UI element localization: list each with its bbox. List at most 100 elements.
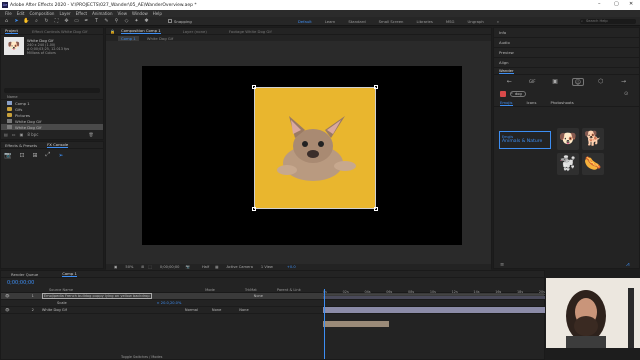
- lock-icon[interactable]: 🔒: [110, 29, 115, 34]
- bpc-label[interactable]: 8 bpc: [27, 132, 38, 137]
- layer-name[interactable]: White Dog Gif: [42, 308, 67, 312]
- workspace-ungraph[interactable]: Ungraph: [467, 19, 483, 24]
- rectangle-tool-icon[interactable]: ▭: [73, 18, 80, 24]
- layer-mode[interactable]: Normal: [185, 308, 198, 312]
- preview-panel-header[interactable]: Preview: [494, 48, 639, 58]
- workspace-small-screen[interactable]: Small Screen: [379, 19, 404, 24]
- transform-handle[interactable]: [252, 85, 256, 89]
- transform-handle[interactable]: [374, 85, 378, 89]
- poodle-emoji[interactable]: 🐩: [557, 153, 579, 175]
- frame-icon[interactable]: ⊡: [19, 152, 24, 159]
- layer-name[interactable]: Emojipedia French bulldog puppy lying on…: [41, 293, 152, 299]
- work-area-bar[interactable]: [323, 296, 545, 299]
- transform-handle[interactable]: [252, 207, 256, 211]
- column-mode[interactable]: Mode: [205, 288, 215, 292]
- tab-wander[interactable]: Wander: [499, 68, 514, 74]
- menu-layer[interactable]: Layer: [59, 11, 70, 16]
- menu-view[interactable]: View: [118, 11, 128, 16]
- forward-arrow-icon[interactable]: →: [618, 78, 630, 86]
- image-icon[interactable]: ▣: [549, 78, 561, 86]
- close-button[interactable]: ✕: [629, 1, 633, 7]
- zoom-tool-icon[interactable]: ⌕: [33, 18, 40, 24]
- project-item-footage[interactable]: White Dog Gif: [1, 124, 103, 130]
- wander-icon[interactable]: ➢: [58, 152, 63, 159]
- back-arrow-icon[interactable]: ←: [503, 78, 515, 86]
- zoom-dropdown[interactable]: 50%: [125, 265, 133, 269]
- transform-handle[interactable]: [374, 207, 378, 211]
- eraser-tool-icon[interactable]: ◇: [123, 18, 130, 24]
- maximize-button[interactable]: ▢: [614, 1, 619, 7]
- layer-trkmat[interactable]: None: [212, 308, 221, 312]
- column-parent[interactable]: Parent & Link: [277, 288, 301, 292]
- brush-tool-icon[interactable]: ✎: [103, 18, 110, 24]
- tab-effect-controls[interactable]: Effect Controls White Dog Gif: [32, 29, 88, 34]
- emoji-icon[interactable]: ☺: [571, 78, 584, 86]
- pen-tool-icon[interactable]: ✒: [83, 18, 90, 24]
- exposure-value[interactable]: +0.0: [287, 265, 296, 269]
- layer-parent[interactable]: None: [239, 308, 248, 312]
- tab-composition[interactable]: Composition Comp 1: [120, 28, 161, 34]
- menu-composition[interactable]: Composition: [29, 11, 54, 16]
- tab-render-queue[interactable]: Render Queue: [11, 272, 38, 277]
- breadcrumb-footage[interactable]: White Dog Gif: [147, 36, 173, 41]
- workspace-default[interactable]: Default: [298, 19, 312, 24]
- timeline-property-row[interactable]: Scale ∞ 20.0,20.0%: [1, 300, 544, 307]
- layer-duration-bar[interactable]: [323, 307, 545, 313]
- dog-emoji[interactable]: 🐕: [582, 128, 604, 150]
- toggle-switches-label[interactable]: Toggle Switches / Modes: [121, 355, 162, 359]
- gif-icon[interactable]: GIF: [526, 78, 538, 86]
- tab-photoshoots[interactable]: Photoshoots: [550, 100, 573, 105]
- resolution-dropdown[interactable]: Half: [202, 265, 209, 269]
- camera-dropdown[interactable]: Active Camera: [227, 265, 253, 269]
- tab-comp-timeline[interactable]: Comp 1: [62, 271, 77, 277]
- menu-effect[interactable]: Effect: [76, 11, 88, 16]
- visibility-eye-icon[interactable]: 👁: [5, 294, 10, 298]
- playhead[interactable]: [324, 289, 325, 359]
- workspace-libraries[interactable]: Libraries: [416, 19, 432, 24]
- menu-animation[interactable]: Animation: [92, 11, 112, 16]
- column-source-name[interactable]: Source Name: [49, 288, 73, 292]
- workspace-more-icon[interactable]: »: [497, 19, 499, 24]
- camera-tool-icon[interactable]: ⛶: [53, 18, 60, 24]
- tab-footage[interactable]: Footage White Dog Gif: [229, 29, 272, 34]
- tab-emojis[interactable]: Emojis: [500, 100, 513, 106]
- timeline-timecode[interactable]: 0;00;00;00: [7, 280, 34, 286]
- roto-tool-icon[interactable]: ✦: [133, 18, 140, 24]
- trash-icon[interactable]: 🗑: [88, 132, 93, 137]
- views-dropdown[interactable]: 1 View: [261, 265, 273, 269]
- tab-fx-console[interactable]: FX Console: [47, 142, 69, 148]
- grid-icon[interactable]: ⊞: [141, 265, 144, 269]
- snapshot-icon[interactable]: 📷: [185, 265, 189, 269]
- info-panel-header[interactable]: Info: [494, 28, 639, 38]
- puppet-tool-icon[interactable]: ✱: [143, 18, 150, 24]
- cube-icon[interactable]: ⬡: [595, 78, 607, 86]
- crop-icon[interactable]: ⊞: [33, 152, 38, 159]
- layer-parent[interactable]: None: [254, 294, 263, 298]
- new-comp-icon[interactable]: ▣: [20, 132, 24, 137]
- layer-duration-bar[interactable]: [323, 321, 389, 327]
- breadcrumb-comp[interactable]: Comp 1: [118, 35, 139, 41]
- workspace-learn[interactable]: Learn: [325, 19, 336, 24]
- timeline-scrollbar[interactable]: [628, 288, 634, 348]
- settings-icon[interactable]: ⊙: [624, 91, 628, 97]
- adjust-icon[interactable]: ≡: [500, 262, 504, 268]
- viewer-timecode[interactable]: 0;00;00;00: [160, 265, 180, 269]
- scale-value[interactable]: ∞ 20.0,20.0%: [157, 301, 182, 305]
- column-trkmat[interactable]: TrkMat: [245, 288, 257, 292]
- align-panel-header[interactable]: Align: [494, 58, 639, 68]
- tab-icons[interactable]: Icons: [527, 100, 537, 105]
- rotate-tool-icon[interactable]: ↻: [43, 18, 50, 24]
- type-tool-icon[interactable]: T: [93, 18, 100, 24]
- wander-brand-icon[interactable]: ⩘: [626, 261, 629, 269]
- workspace-standard[interactable]: Standard: [348, 19, 365, 24]
- menu-help[interactable]: Help: [153, 11, 162, 16]
- interpret-footage-icon[interactable]: ▤: [4, 132, 8, 137]
- time-ruler[interactable]: 0s 02s 04s 06s 08s 10s 12s 14s 16s 18s 2…: [323, 289, 545, 295]
- minimize-button[interactable]: –: [598, 1, 601, 7]
- mask-icon[interactable]: ⬚: [148, 265, 151, 269]
- tab-layer[interactable]: Layer (none): [183, 29, 207, 34]
- tab-effects-presets[interactable]: Effects & Presets: [5, 143, 37, 148]
- name-column-header[interactable]: Name: [7, 95, 18, 99]
- snapping-checkbox[interactable]: [168, 19, 172, 23]
- menu-file[interactable]: File: [5, 11, 12, 16]
